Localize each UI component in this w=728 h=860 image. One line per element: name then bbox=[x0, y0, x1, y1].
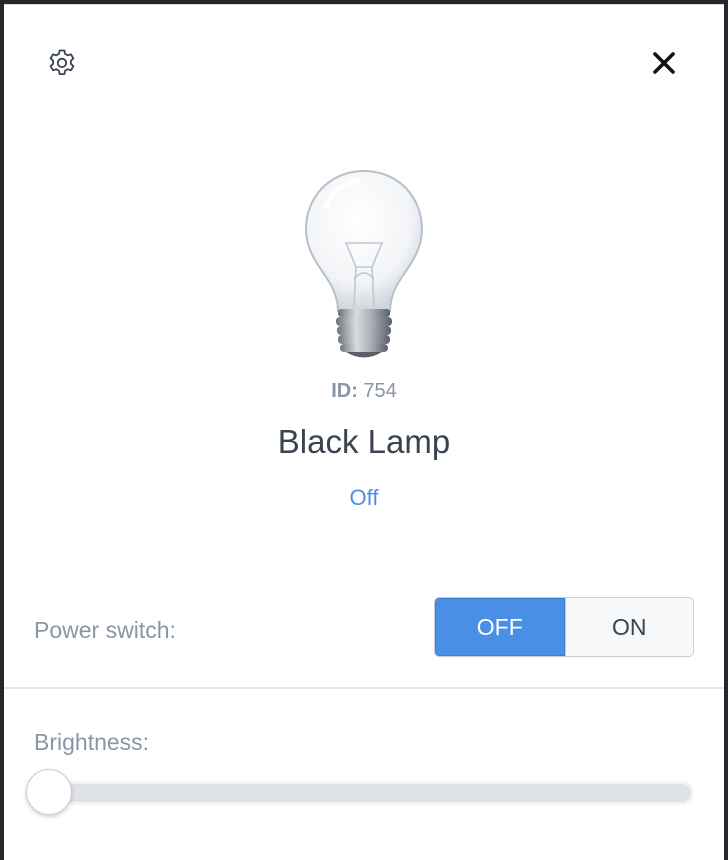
gear-icon[interactable] bbox=[46, 47, 78, 79]
brightness-label: Brightness: bbox=[34, 729, 150, 755]
power-on-button[interactable]: ON bbox=[564, 598, 693, 656]
device-status: Off bbox=[349, 485, 379, 510]
power-switch-toggle: OFF ON bbox=[434, 597, 694, 657]
light-bulb-icon bbox=[300, 167, 428, 367]
power-off-button[interactable]: OFF bbox=[435, 598, 565, 656]
brightness-slider-thumb[interactable] bbox=[26, 769, 72, 815]
brightness-slider-track[interactable] bbox=[44, 781, 694, 805]
power-switch-label: Power switch: bbox=[34, 617, 176, 643]
device-id: ID: 754 bbox=[4, 380, 724, 403]
device-id-label: ID: bbox=[331, 380, 358, 402]
close-icon[interactable] bbox=[650, 49, 678, 77]
device-name: Black Lamp bbox=[277, 423, 451, 460]
device-id-value: 754 bbox=[363, 380, 397, 402]
section-divider bbox=[4, 687, 724, 689]
device-panel: ID: 754 Black Lamp Off Power switch: OFF… bbox=[4, 4, 724, 860]
